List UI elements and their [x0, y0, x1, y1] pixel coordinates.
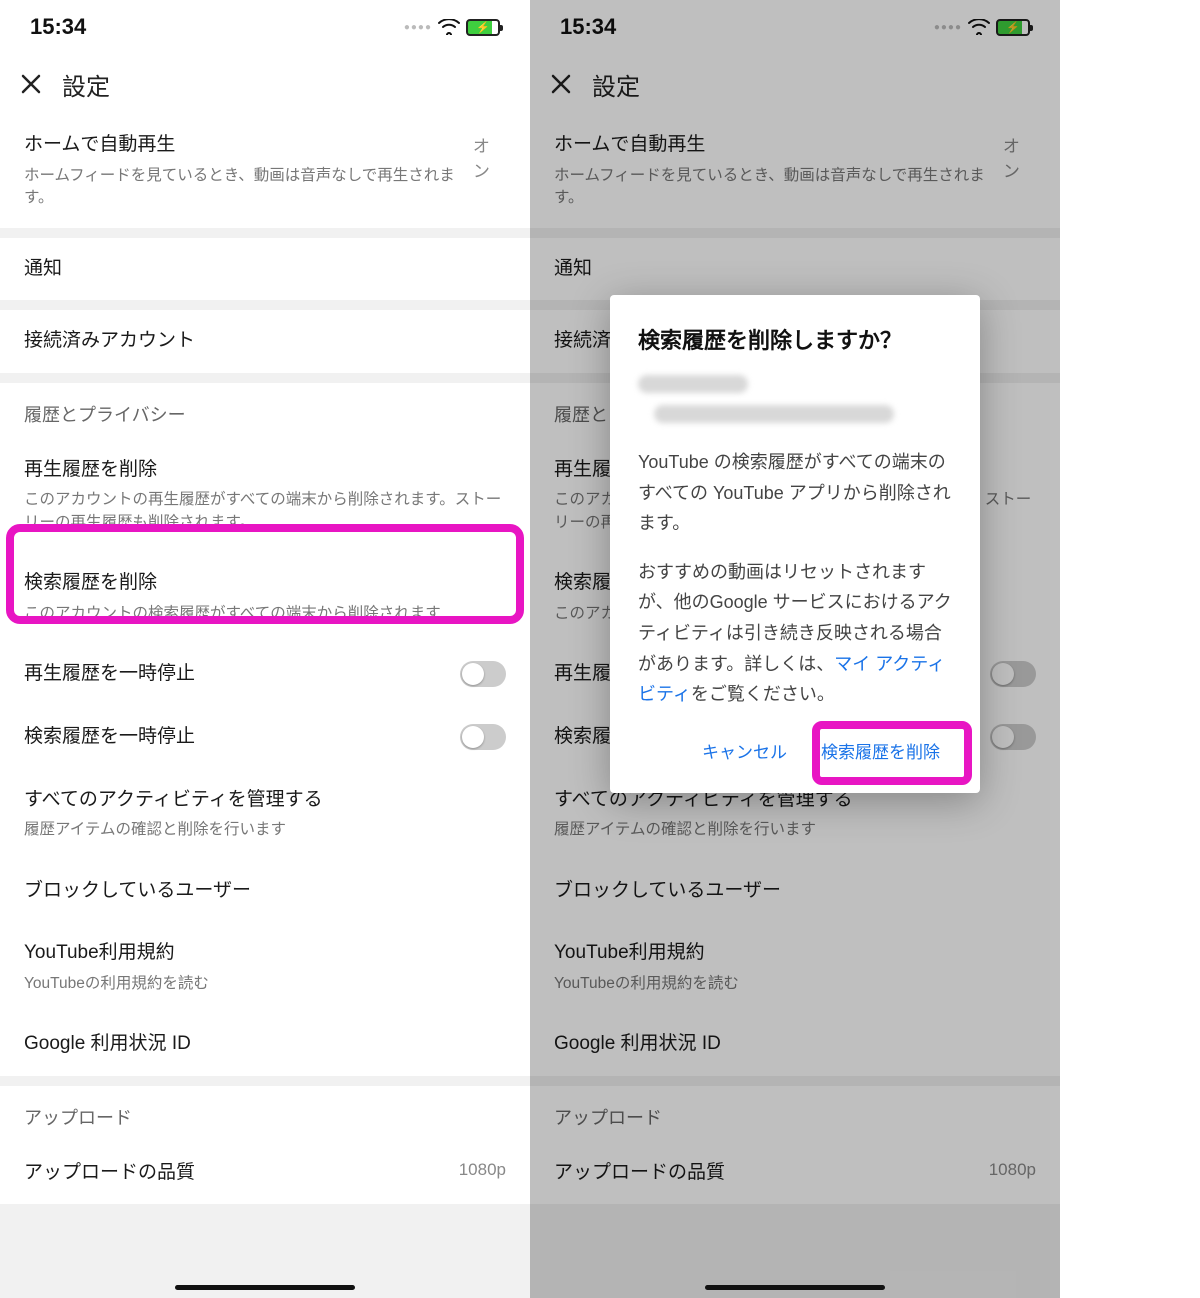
cellular-dots-icon: ●●●●	[934, 22, 962, 33]
status-right: ●●●● ⚡	[404, 19, 500, 36]
close-icon[interactable]	[20, 73, 42, 95]
confirm-delete-button[interactable]: 検索履歴を削除	[809, 728, 952, 773]
section-upload: アップロード	[530, 1086, 1060, 1142]
cellular-dots-icon: ●●●●	[404, 22, 432, 33]
row-value: オン	[473, 132, 506, 182]
row-clear-search-history[interactable]: 検索履歴を削除 このアカウントの検索履歴がすべての端末から削除されます	[0, 552, 530, 643]
section-upload: アップロード	[0, 1086, 530, 1142]
row-manage-activity[interactable]: すべてのアクティビティを管理する 履歴アイテムの確認と削除を行います	[0, 769, 530, 860]
row-pause-watch-history[interactable]: 再生履歴を一時停止	[0, 643, 530, 706]
row-sub: ホームフィードを見ているとき、動画は音声なしで再生されます。	[24, 165, 473, 210]
dialog-account-info	[638, 375, 952, 423]
row-youtube-terms[interactable]: YouTube利用規約 YouTubeの利用規約を読む	[530, 922, 1060, 1013]
row-notifications[interactable]: 通知	[0, 238, 530, 301]
dialog-title: 検索履歴を削除しますか？	[638, 323, 952, 355]
row-blocked-users[interactable]: ブロックしているユーザー	[0, 860, 530, 923]
header: 設定	[0, 54, 530, 114]
wifi-icon	[968, 19, 990, 35]
row-upload-quality[interactable]: アップロードの品質 1080p	[530, 1142, 1060, 1205]
toggle-pause-watch[interactable]	[460, 661, 506, 687]
status-time: 15:34	[30, 14, 86, 40]
redacted-username	[638, 375, 748, 393]
row-autoplay[interactable]: ホームで自動再生 ホームフィードを見ているとき、動画は音声なしで再生されます。 …	[530, 114, 1060, 228]
dialog-body-1: YouTube の検索履歴がすべての端末のすべての YouTube アプリから削…	[638, 447, 952, 539]
status-bar: 15:34 ●●●● ⚡	[530, 0, 1060, 54]
section-privacy: 履歴とプライバシー	[0, 383, 530, 439]
row-clear-watch-history[interactable]: 再生履歴を削除 このアカウントの再生履歴がすべての端末から削除されます。ストーリ…	[0, 439, 530, 553]
status-right: ●●●● ⚡	[934, 19, 1030, 36]
row-blocked-users[interactable]: ブロックしているユーザー	[530, 860, 1060, 923]
cancel-button[interactable]: キャンセル	[690, 728, 799, 773]
toggle-pause-search[interactable]	[460, 724, 506, 750]
row-pause-search-history[interactable]: 検索履歴を一時停止	[0, 706, 530, 769]
row-title: ホームで自動再生	[24, 132, 473, 159]
header: 設定	[530, 54, 1060, 114]
row-upload-quality[interactable]: アップロードの品質 1080p	[0, 1142, 530, 1205]
row-notifications[interactable]: 通知	[530, 238, 1060, 301]
status-time: 15:34	[560, 14, 616, 40]
close-icon[interactable]	[550, 73, 572, 95]
battery-icon: ⚡	[466, 19, 500, 36]
battery-icon: ⚡	[996, 19, 1030, 36]
home-indicator[interactable]	[175, 1285, 355, 1290]
row-connected-accounts[interactable]: 接続済みアカウント	[0, 310, 530, 373]
page-title: 設定	[62, 67, 110, 102]
row-google-usage-id[interactable]: Google 利用状況 ID	[530, 1013, 1060, 1076]
page-title: 設定	[592, 67, 640, 102]
confirm-dialog: 検索履歴を削除しますか？ YouTube の検索履歴がすべての端末のすべての Y…	[610, 295, 980, 793]
row-youtube-terms[interactable]: YouTube利用規約 YouTubeの利用規約を読む	[0, 922, 530, 1013]
row-google-usage-id[interactable]: Google 利用状況 ID	[0, 1013, 530, 1076]
home-indicator[interactable]	[705, 1285, 885, 1290]
toggle-pause-watch[interactable]	[990, 661, 1036, 687]
dialog-body-2: おすすめの動画はリセットされますが、他のGoogle サービスにおけるアクティビ…	[638, 557, 952, 710]
wifi-icon	[438, 19, 460, 35]
redacted-email	[654, 405, 894, 423]
status-bar: 15:34 ●●●● ⚡	[0, 0, 530, 54]
row-autoplay[interactable]: ホームで自動再生 ホームフィードを見ているとき、動画は音声なしで再生されます。 …	[0, 114, 530, 228]
toggle-pause-search[interactable]	[990, 724, 1036, 750]
